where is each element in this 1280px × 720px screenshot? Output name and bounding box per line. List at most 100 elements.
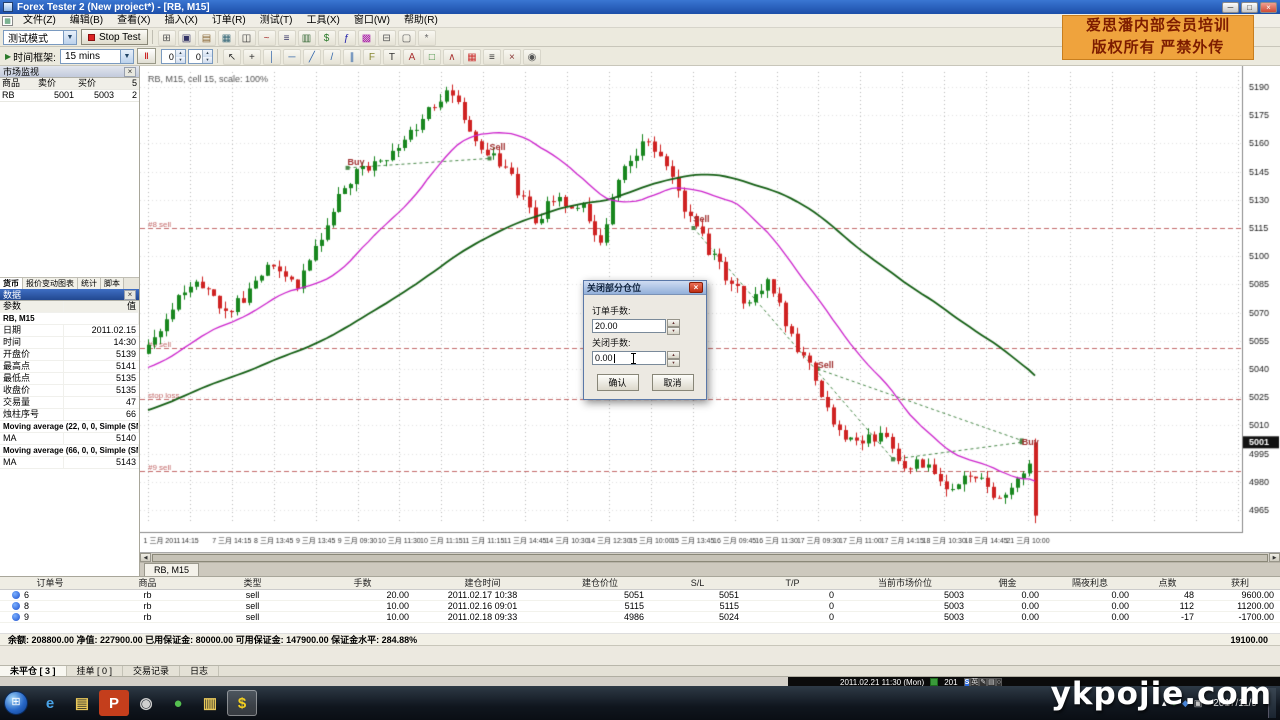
horizontal-line-icon[interactable]: ─ [283, 49, 301, 65]
spin-up-icon[interactable]: ▲ [667, 351, 680, 359]
test-mode-select[interactable]: 测试模式 ▼ [3, 30, 77, 45]
menu-item[interactable]: 窗口(W) [347, 15, 397, 26]
maximize-button[interactable]: □ [1241, 2, 1258, 13]
ray-icon[interactable]: / [323, 49, 341, 65]
open-project-icon[interactable]: ⊞ [158, 30, 176, 46]
data-window-icon[interactable]: ▥ [298, 30, 316, 46]
orders-col-header: 建仓价位 [550, 577, 650, 589]
powerpoint-icon[interactable]: P [99, 690, 129, 716]
order-row[interactable]: 9rbsell10.002011.02.18 09:33498650240500… [0, 612, 1280, 623]
scroll-right-icon[interactable]: ▶ [1269, 553, 1280, 562]
dialog-title-bar[interactable]: 关闭部分仓位 × [584, 281, 706, 295]
channel-icon[interactable]: ∥ [343, 49, 361, 65]
stepper-down-icon[interactable]: ▼ [176, 57, 185, 64]
data-panel-close-icon[interactable]: × [124, 290, 136, 300]
vertical-line-icon[interactable]: │ [263, 49, 281, 65]
stepper-arrows[interactable]: ▲▼ [175, 50, 185, 63]
zigzag-icon[interactable]: ∧ [443, 49, 461, 65]
menu-item[interactable]: 查看(X) [110, 15, 157, 26]
menu-item[interactable]: 文件(Z) [16, 15, 63, 26]
stop-test-button[interactable]: Stop Test [81, 29, 148, 45]
left-panel-tab[interactable]: 脚本 [101, 278, 124, 289]
marker-icon[interactable]: A [403, 49, 421, 65]
order-row[interactable]: 8rbsell10.002011.02.16 09:01511551150500… [0, 601, 1280, 612]
market-watch-row[interactable]: RB500150032 [0, 90, 139, 102]
pause-button[interactable]: ‖ [137, 48, 156, 64]
start-button[interactable]: ⊞ [4, 691, 28, 715]
order-row[interactable]: 6rbsell20.002011.02.17 10:38505150510500… [0, 590, 1280, 601]
minimize-button[interactable]: ─ [1222, 2, 1239, 13]
workspace: 市场监视 × 商品卖价买价5 RB500150032 货币报价变动图表统计脚本 … [0, 66, 1280, 576]
scroll-left-icon[interactable]: ◀ [140, 553, 151, 562]
menu-item[interactable]: 订单(R) [205, 15, 253, 26]
jump-stepper[interactable]: 0▲▼ [188, 49, 213, 64]
fibonacci-icon[interactable]: F [363, 49, 381, 65]
spin-down-icon[interactable]: ▼ [667, 327, 680, 335]
close-lots-spinner[interactable]: ▲ ▼ [667, 351, 680, 365]
order-lots-spinner[interactable]: ▲ ▼ [667, 319, 680, 333]
menu-item[interactable]: 插入(X) [157, 15, 204, 26]
stepper-arrows[interactable]: ▲▼ [202, 50, 212, 63]
cancel-button[interactable]: 取消 [652, 374, 694, 391]
strategies-icon[interactable]: ▩ [358, 30, 376, 46]
cursor-icon[interactable]: ↖ [223, 49, 241, 65]
delete-objects-icon[interactable]: × [503, 49, 521, 65]
close-button[interactable]: × [1260, 2, 1277, 13]
tile-windows-icon[interactable]: ⊟ [378, 30, 396, 46]
news-icon[interactable]: ▦ [218, 30, 236, 46]
left-panel-tab[interactable]: 报价变动图表 [23, 278, 78, 289]
folder-icon[interactable]: ▥ [195, 690, 225, 716]
menu-item[interactable]: 帮助(R) [397, 15, 445, 26]
spin-up-icon[interactable]: ▲ [667, 319, 680, 327]
menu-item[interactable]: 测试(T) [253, 15, 300, 26]
indicators-icon[interactable]: ƒ [338, 30, 356, 46]
order-cell: rb [100, 612, 195, 622]
dialog-close-button[interactable]: × [689, 282, 703, 293]
paint-colors-icon[interactable]: ▦ [463, 49, 481, 65]
trendline-icon[interactable]: ╱ [303, 49, 321, 65]
market-watch-icon[interactable]: ≡ [278, 30, 296, 46]
trading-app-icon[interactable]: $ [227, 690, 257, 716]
text-icon[interactable]: T [383, 49, 401, 65]
left-panel-tab[interactable]: 统计 [78, 278, 101, 289]
bottom-tab[interactable]: 日志 [180, 666, 219, 676]
order-lots-input[interactable]: 20.00 [592, 319, 666, 333]
menu-item[interactable]: 编辑(B) [63, 15, 110, 26]
explorer-icon[interactable]: ▤ [67, 690, 97, 716]
jump-stepper[interactable]: 0▲▼ [161, 49, 186, 64]
confirm-button[interactable]: 确认 [597, 374, 639, 391]
tick-chart-icon[interactable]: ~ [258, 30, 276, 46]
green-browser-icon[interactable]: ● [163, 690, 193, 716]
chart-canvas[interactable] [140, 66, 1280, 552]
scrollbar-thumb[interactable] [152, 554, 1268, 562]
shapes-icon[interactable]: □ [423, 49, 441, 65]
window-title: Forex Tester 2 (New project*) - [RB, M15… [17, 2, 1220, 13]
snapshot-icon[interactable]: ◉ [523, 49, 541, 65]
crosshair-icon[interactable]: + [243, 49, 261, 65]
settings-icon[interactable]: * [418, 30, 436, 46]
data-panel-header[interactable]: 数据 × [0, 289, 139, 301]
journal-icon[interactable]: ▤ [198, 30, 216, 46]
market-watch-header[interactable]: 市场监视 × [0, 66, 139, 78]
objects-list-icon[interactable]: ≡ [483, 49, 501, 65]
stepper-down-icon[interactable]: ▼ [203, 57, 212, 64]
chart-scrollbar[interactable]: ◀ ▶ [140, 552, 1280, 562]
market-watch-close-icon[interactable]: × [124, 67, 136, 77]
order-cell: 0.00 [1045, 612, 1135, 622]
bottom-tab[interactable]: 未平仓 [ 3 ] [0, 666, 67, 676]
ie-icon[interactable]: e [35, 690, 65, 716]
photo-viewer-icon[interactable]: ◉ [131, 690, 161, 716]
cascade-windows-icon[interactable]: ▢ [398, 30, 416, 46]
timeframe-select[interactable]: 15 mins ▼ [60, 49, 134, 64]
chart-tab[interactable]: RB, M15 [144, 563, 199, 576]
symbols-icon[interactable]: $ [318, 30, 336, 46]
bottom-tab[interactable]: 交易记录 [123, 666, 180, 676]
title-bar[interactable]: Forex Tester 2 (New project*) - [RB, M15… [0, 0, 1280, 14]
spin-down-icon[interactable]: ▼ [667, 359, 680, 367]
bottom-tab[interactable]: 挂单 [ 0 ] [67, 666, 124, 676]
close-lots-input[interactable]: 0.00 [592, 351, 666, 365]
save-project-icon[interactable]: ▣ [178, 30, 196, 46]
menu-item[interactable]: 工具(X) [299, 15, 346, 26]
new-chart-icon[interactable]: ◫ [238, 30, 256, 46]
data-row: 收盘价5135 [0, 385, 139, 397]
